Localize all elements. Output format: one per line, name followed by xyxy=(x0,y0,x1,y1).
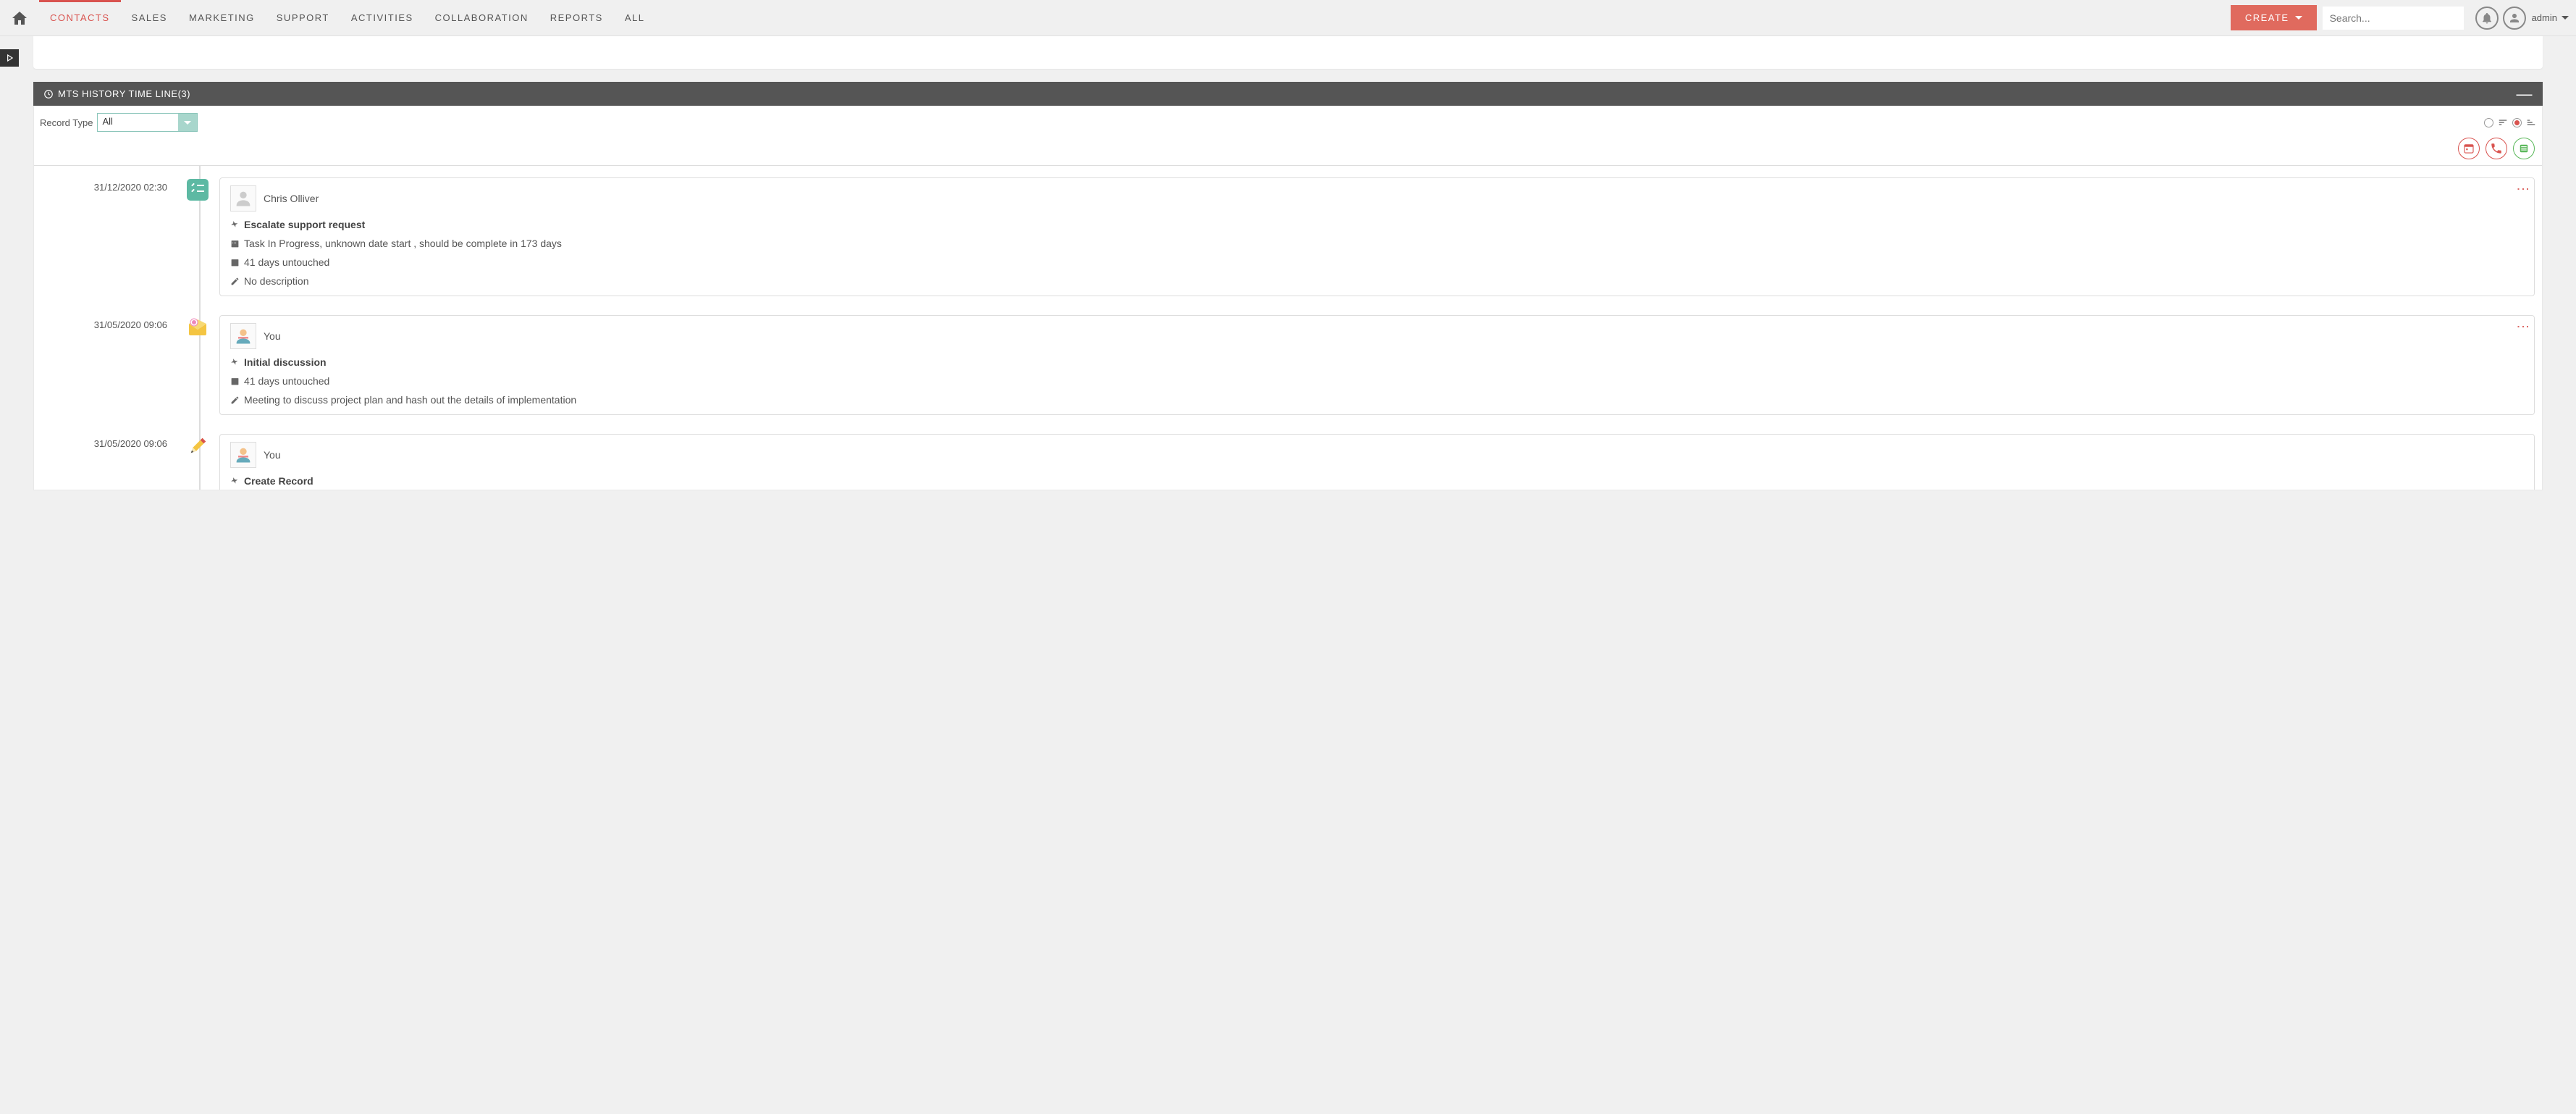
pin-icon xyxy=(230,477,240,486)
card-title: Escalate support request xyxy=(244,219,365,230)
nav-sales[interactable]: SALES xyxy=(121,1,178,34)
timeline-row: 31/05/2020 09:06 You Create Record Assig… xyxy=(34,422,2542,490)
search-box xyxy=(2323,7,2464,30)
timeline-node-pencil-icon xyxy=(176,434,219,490)
timeline-date: 31/05/2020 09:06 xyxy=(34,315,176,415)
calendar-icon xyxy=(230,377,240,386)
list-filter-icon[interactable] xyxy=(2513,138,2535,159)
filter-icons xyxy=(34,135,2542,165)
card-line-text: Meeting to discuss project plan and hash… xyxy=(244,394,576,406)
notification-icon[interactable] xyxy=(2475,7,2499,30)
nav-reports[interactable]: REPORTS xyxy=(539,1,614,34)
calendar-filter-icon[interactable] xyxy=(2458,138,2480,159)
upper-card-stub xyxy=(33,36,2543,69)
search-input[interactable] xyxy=(2330,12,2461,24)
avatar-icon xyxy=(230,442,256,468)
user-menu[interactable]: admin xyxy=(2532,12,2569,23)
nav-support[interactable]: SUPPORT xyxy=(266,1,340,34)
sort-asc-icon xyxy=(2498,117,2508,127)
record-type-select[interactable]: All xyxy=(97,113,197,132)
nav-collaboration[interactable]: COLLABORATION xyxy=(424,1,539,34)
card-line-text: 41 days untouched xyxy=(244,375,329,387)
home-icon[interactable] xyxy=(11,9,28,27)
card-title: Create Record xyxy=(244,475,313,487)
timeline-node-task-icon xyxy=(176,177,219,296)
timeline-row: 31/12/2020 02:30 ⋮ Chris Olliver Escalat… xyxy=(34,166,2542,303)
timeline-card: ⋮ Chris Olliver Escalate support request… xyxy=(219,177,2535,296)
sort-controls xyxy=(2484,117,2536,127)
card-line-text: 41 days untouched xyxy=(244,256,329,268)
panel-title: MTS HISTORY TIME LINE(3) xyxy=(58,88,190,99)
history-panel: MTS HISTORY TIME LINE(3) — Record Type A… xyxy=(33,82,2543,490)
user-avatar-icon[interactable] xyxy=(2503,7,2526,30)
card-line-text: No description xyxy=(244,275,309,287)
nav-items: CONTACTS SALES MARKETING SUPPORT ACTIVIT… xyxy=(39,1,2231,34)
top-navbar: CONTACTS SALES MARKETING SUPPORT ACTIVIT… xyxy=(0,0,2576,36)
sort-asc-radio[interactable] xyxy=(2484,118,2493,127)
avatar-icon xyxy=(230,185,256,212)
edit-icon xyxy=(230,277,240,286)
dropdown-arrow-icon xyxy=(178,114,197,131)
clock-icon xyxy=(43,89,54,99)
nav-activities[interactable]: ACTIVITIES xyxy=(340,1,424,34)
card-author: Chris Olliver xyxy=(264,193,319,204)
card-line-text: Task In Progress, unknown date start , s… xyxy=(244,238,562,249)
panel-body: Record Type All xyxy=(33,106,2543,490)
edit-icon xyxy=(230,395,240,405)
record-type-label: Record Type xyxy=(40,117,93,128)
panel-header: MTS HISTORY TIME LINE(3) — xyxy=(33,82,2543,106)
timeline-card: You Create Record Assigned User chris Do… xyxy=(219,434,2535,490)
pin-icon xyxy=(230,358,240,367)
call-filter-icon[interactable] xyxy=(2485,138,2507,159)
panel-controls: Record Type All xyxy=(34,106,2542,135)
card-menu-button[interactable]: ⋮ xyxy=(2520,183,2527,195)
pin-icon xyxy=(230,220,240,230)
timeline-row: 31/05/2020 09:06 ⋮ You Initial discussio… xyxy=(34,303,2542,422)
timeline-date: 31/12/2020 02:30 xyxy=(34,177,176,296)
card-menu-button[interactable]: ⋮ xyxy=(2520,320,2527,332)
sort-desc-radio[interactable] xyxy=(2512,118,2522,127)
nav-all[interactable]: ALL xyxy=(614,1,656,34)
avatar-icon xyxy=(230,323,256,349)
record-type-value: All xyxy=(98,114,177,131)
collapse-button[interactable]: — xyxy=(2517,91,2533,98)
card-author: You xyxy=(264,449,281,461)
card-title: Initial discussion xyxy=(244,356,327,368)
sort-desc-icon xyxy=(2526,117,2536,127)
nav-marketing[interactable]: MARKETING xyxy=(178,1,266,34)
create-button[interactable]: CREATE xyxy=(2231,5,2317,30)
timeline-date: 31/05/2020 09:06 xyxy=(34,434,176,490)
nav-contacts[interactable]: CONTACTS xyxy=(39,1,121,34)
calendar-icon xyxy=(230,258,240,267)
timeline[interactable]: 31/12/2020 02:30 ⋮ Chris Olliver Escalat… xyxy=(34,165,2542,490)
timeline-card: ⋮ You Initial discussion 41 days untouch… xyxy=(219,315,2535,415)
calendar-icon xyxy=(230,239,240,248)
side-play-button[interactable] xyxy=(0,49,19,67)
timeline-node-mail-icon xyxy=(176,315,219,415)
card-author: You xyxy=(264,330,281,342)
